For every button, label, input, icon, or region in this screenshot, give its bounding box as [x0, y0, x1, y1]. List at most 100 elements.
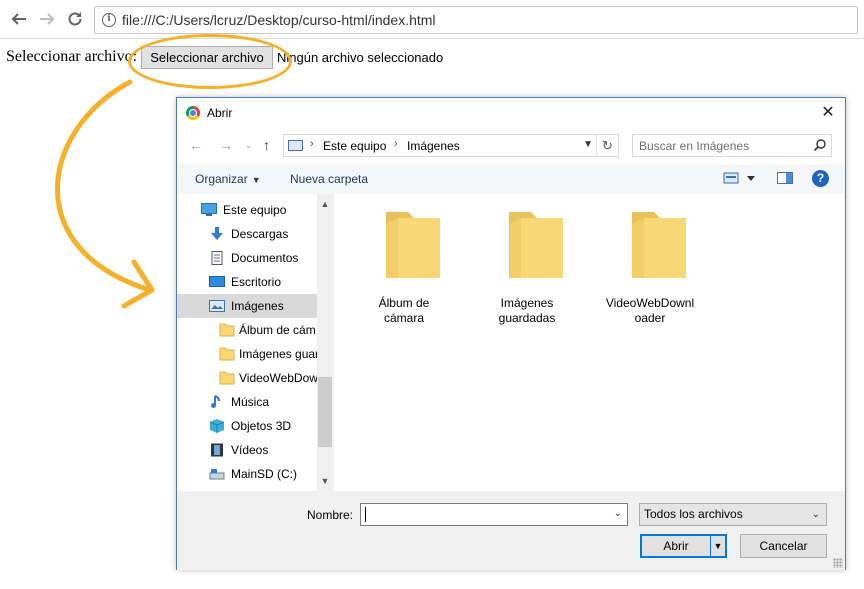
nav-label: Documentos: [231, 251, 299, 265]
folder-label: Imágenes guardadas: [498, 296, 556, 325]
nav-item-album-camara[interactable]: Álbum de cám: [177, 318, 317, 342]
open-split-arrow-icon[interactable]: ▼: [710, 536, 725, 556]
nav-item-imagenes-guardadas[interactable]: Imágenes guar: [177, 342, 317, 366]
forward-arrow-icon: [40, 13, 55, 25]
scroll-thumb[interactable]: [318, 377, 332, 447]
preview-pane-button[interactable]: [777, 170, 793, 189]
search-icon[interactable]: [813, 138, 827, 152]
nav-item-objetos-3d[interactable]: Objetos 3D: [177, 414, 317, 438]
reload-icon: [68, 12, 82, 26]
nav-label: Este equipo: [223, 203, 287, 217]
nav-label: Descargas: [231, 227, 289, 241]
download-icon: [211, 227, 223, 240]
folder-album-camara[interactable]: Álbum de cámara: [358, 208, 450, 328]
nav-label: Objetos 3D: [231, 419, 292, 433]
recent-locations-icon[interactable]: ⌄: [245, 140, 253, 151]
dialog-titlebar: Abrir ✕: [177, 98, 845, 128]
scroll-down-icon[interactable]: ▼: [317, 473, 333, 489]
close-icon[interactable]: ✕: [817, 102, 839, 124]
folder-icon: [509, 212, 563, 278]
browser-toolbar: i file:///C:/Users/lcruz/Desktop/curso-h…: [0, 0, 864, 39]
nav-label: Música: [231, 395, 270, 409]
path-dropdown-icon[interactable]: ▼: [583, 139, 593, 150]
address-bar[interactable]: i file:///C:/Users/lcruz/Desktop/curso-h…: [94, 6, 858, 34]
file-type-select[interactable]: Todos los archivos ⌄: [639, 503, 827, 526]
nav-scrollbar[interactable]: ▲ ▼: [317, 194, 333, 491]
dialog-address-row: ← → ⌄ ↑ › Este equipo › Imágenes ▼ ↻: [177, 133, 845, 159]
open-file-dialog: Abrir ✕ ← → ⌄ ↑ › Este equipo › Imágenes…: [176, 97, 846, 570]
file-type-value: Todos los archivos: [644, 507, 743, 521]
file-status-text: Ningún archivo seleccionado: [277, 50, 444, 65]
folder-icon: [632, 212, 686, 278]
search-input[interactable]: [633, 135, 809, 156]
forward-button[interactable]: [36, 8, 58, 30]
breadcrumb-imagenes[interactable]: Imágenes: [407, 139, 460, 153]
scroll-up-icon[interactable]: ▲: [317, 196, 333, 212]
music-icon: [211, 395, 220, 408]
info-icon[interactable]: i: [102, 13, 116, 27]
new-folder-button[interactable]: Nueva carpeta: [290, 172, 368, 186]
nav-item-mainsd[interactable]: MainSD (C:): [177, 462, 317, 486]
view-icon: [723, 172, 755, 184]
pictures-icon: [209, 300, 225, 312]
folder-imagenes-guardadas[interactable]: Imágenes guardadas: [481, 208, 573, 328]
choose-file-button[interactable]: Seleccionar archivo: [141, 46, 273, 69]
document-icon: [211, 251, 223, 265]
navigation-pane: Este equipo Descargas Documentos Escrito…: [177, 194, 333, 491]
chrome-icon: [186, 106, 200, 120]
folder-videowebdownloader[interactable]: VideoWebDownl oader: [604, 208, 696, 328]
folder-icon: [219, 323, 235, 337]
nav-item-descargas[interactable]: Descargas: [177, 222, 317, 246]
nav-label: MainSD (C:): [231, 467, 298, 481]
dialog-forward-icon[interactable]: →: [219, 137, 233, 153]
nav-item-este-equipo[interactable]: Este equipo: [177, 198, 317, 222]
organize-button[interactable]: Organizar ▼: [195, 172, 261, 186]
path-box[interactable]: › Este equipo › Imágenes ▼ ↻: [283, 134, 619, 157]
refresh-icon[interactable]: ↻: [596, 135, 618, 156]
breadcrumb-este-equipo[interactable]: Este equipo: [323, 139, 386, 153]
resize-grip-icon[interactable]: [833, 558, 843, 568]
chevron-down-icon[interactable]: ⌄: [614, 508, 622, 519]
nav-label: Escritorio: [231, 275, 282, 289]
breadcrumb-chevron-icon: ›: [310, 138, 314, 150]
open-button[interactable]: Abrir ▼: [640, 534, 727, 558]
filename-label: Nombre:: [307, 508, 354, 522]
url-text: file:///C:/Users/lcruz/Desktop/curso-htm…: [122, 12, 436, 28]
text-caret: [365, 507, 366, 522]
filename-input[interactable]: ⌄: [360, 503, 628, 526]
nav-label: Imágenes guar: [239, 347, 317, 361]
nav-label: VideoWebDow: [239, 371, 317, 385]
breadcrumb-chevron-icon: ›: [394, 138, 398, 150]
dialog-toolbar: Organizar ▼ Nueva carpeta ?: [177, 164, 845, 194]
folder-label: Álbum de cámara: [378, 296, 430, 325]
dialog-back-icon[interactable]: ←: [189, 137, 203, 153]
nav-item-videos[interactable]: Vídeos: [177, 438, 317, 462]
help-icon[interactable]: ?: [812, 170, 829, 187]
folder-icon: [219, 371, 235, 385]
open-button-label: Abrir: [663, 539, 689, 553]
back-button[interactable]: [8, 8, 30, 30]
nav-label: Álbum de cám: [239, 323, 316, 337]
cancel-button[interactable]: Cancelar: [740, 534, 827, 558]
nav-item-videowebdownloader[interactable]: VideoWebDow: [177, 366, 317, 390]
back-arrow-icon: [11, 13, 26, 25]
nav-item-escritorio[interactable]: Escritorio: [177, 270, 317, 294]
search-box[interactable]: [632, 134, 832, 157]
drive-icon: [209, 469, 225, 480]
reload-button[interactable]: [64, 8, 86, 30]
view-options-button[interactable]: [723, 170, 757, 189]
nav-label: Imágenes: [231, 299, 284, 313]
desktop-icon: [209, 276, 225, 287]
file-input-label: Seleccionar archivo:: [6, 48, 138, 65]
video-icon: [211, 443, 223, 457]
up-folder-icon[interactable]: ↑: [263, 137, 270, 153]
nav-item-imagenes[interactable]: Imágenes: [177, 294, 317, 318]
computer-icon: [201, 203, 217, 216]
preview-pane-icon: [777, 172, 793, 184]
dialog-title: Abrir: [207, 106, 233, 120]
folder-icon: [219, 347, 235, 361]
organize-label: Organizar: [195, 172, 248, 186]
nav-item-documentos[interactable]: Documentos: [177, 246, 317, 270]
nav-item-musica[interactable]: Música: [177, 390, 317, 414]
dialog-bottom-bar: Nombre: ⌄ Todos los archivos ⌄ Abrir ▼ C…: [177, 491, 845, 570]
